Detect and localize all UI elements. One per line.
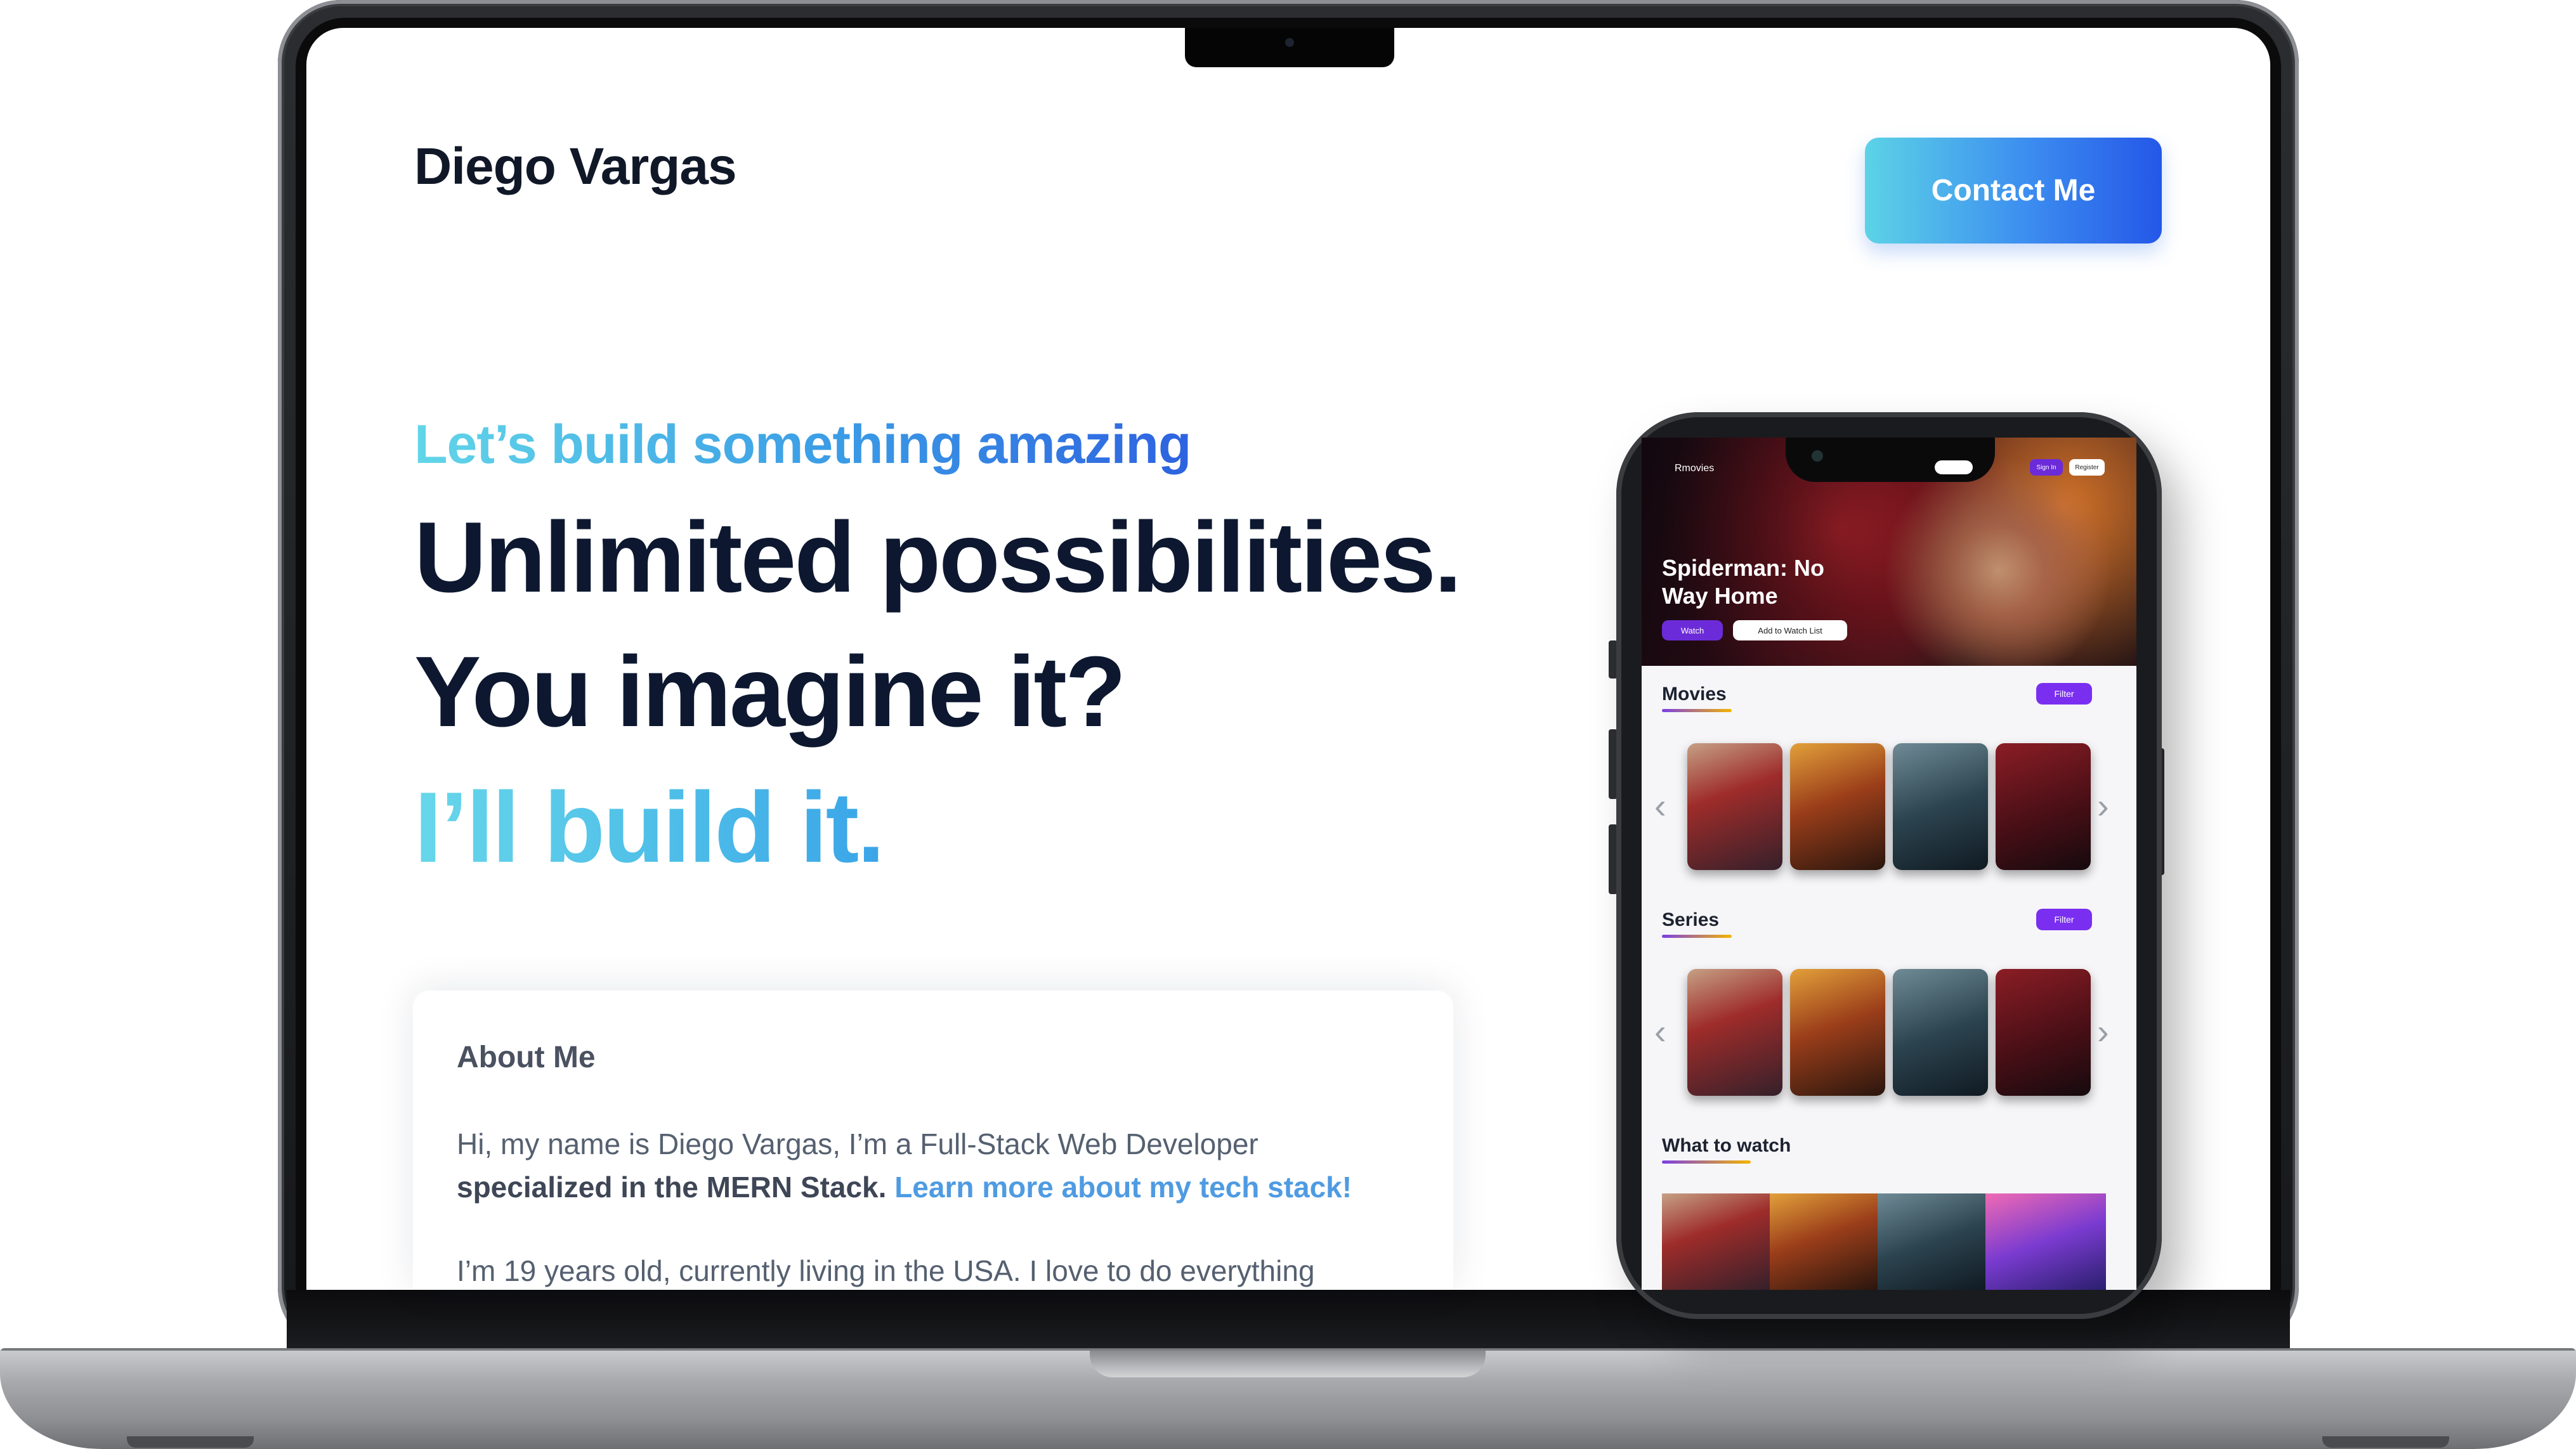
what-to-watch-underline bbox=[1662, 1160, 1751, 1164]
hero-line-3: I’ll build it. bbox=[414, 772, 885, 883]
about-title: About Me bbox=[457, 1041, 596, 1074]
watch-thumb[interactable] bbox=[1985, 1193, 2106, 1290]
series-next-arrow-icon[interactable]: › bbox=[2097, 1011, 2109, 1052]
watch-thumb[interactable] bbox=[1770, 1193, 1878, 1290]
series-poster[interactable] bbox=[1893, 969, 1988, 1096]
series-section-title: Series bbox=[1662, 909, 1720, 930]
series-poster[interactable] bbox=[1996, 969, 2091, 1096]
series-filter-button[interactable]: Filter bbox=[2036, 909, 2092, 930]
hero-tagline: Let’s build something amazing bbox=[414, 414, 1191, 475]
about-paragraph-1: Hi, my name is Diego Vargas, I’m a Full-… bbox=[457, 1122, 1421, 1209]
watch-thumb[interactable] bbox=[1878, 1193, 1985, 1290]
app-register-button[interactable]: Register bbox=[2069, 459, 2105, 476]
movie-poster[interactable] bbox=[1893, 743, 1988, 870]
contact-me-button[interactable]: Contact Me bbox=[1865, 138, 2162, 244]
laptop-notch bbox=[1185, 28, 1394, 67]
series-poster[interactable] bbox=[1687, 969, 1782, 1096]
movie-poster[interactable] bbox=[1996, 743, 2091, 870]
laptop-foot-left bbox=[127, 1436, 254, 1448]
about-paragraph-2: I’m 19 years old, currently living in th… bbox=[457, 1254, 1315, 1287]
banner-title: Spiderman: No Way Home bbox=[1662, 555, 1825, 609]
app-signin-button[interactable]: Sign In bbox=[2030, 459, 2063, 476]
hero-line-2: You imagine it? bbox=[414, 636, 1127, 748]
series-prev-arrow-icon[interactable]: ‹ bbox=[1654, 1011, 1666, 1052]
camera-icon bbox=[1285, 38, 1294, 47]
watch-button[interactable]: Watch bbox=[1662, 620, 1723, 640]
site-brand[interactable]: Diego Vargas bbox=[414, 137, 737, 197]
about-mern-text: specialized in the MERN Stack. bbox=[457, 1171, 887, 1204]
app-search-input[interactable] bbox=[1935, 460, 1973, 474]
watch-thumb[interactable] bbox=[1662, 1193, 1770, 1290]
add-to-watchlist-button[interactable]: Add to Watch List bbox=[1733, 620, 1847, 640]
movies-underline bbox=[1662, 709, 1732, 712]
series-underline bbox=[1662, 935, 1732, 938]
movies-section-title: Movies bbox=[1662, 684, 1727, 705]
laptop-hinge bbox=[1090, 1351, 1486, 1377]
movies-prev-arrow-icon[interactable]: ‹ bbox=[1654, 785, 1666, 826]
movies-next-arrow-icon[interactable]: › bbox=[2097, 785, 2109, 826]
app-logo[interactable]: Rmovies bbox=[1675, 463, 1714, 474]
tech-stack-link[interactable]: Learn more about my tech stack! bbox=[894, 1171, 1352, 1204]
phone-camera-icon bbox=[1812, 450, 1823, 462]
hero-line-1: Unlimited possibilities. bbox=[414, 502, 1462, 613]
about-intro-text: Hi, my name is Diego Vargas, I’m a Full-… bbox=[457, 1127, 1259, 1160]
movie-poster[interactable] bbox=[1790, 743, 1885, 870]
movies-filter-button[interactable]: Filter bbox=[2036, 683, 2092, 705]
series-poster[interactable] bbox=[1790, 969, 1885, 1096]
what-to-watch-title: What to watch bbox=[1662, 1135, 1791, 1156]
laptop-foot-right bbox=[2322, 1436, 2449, 1448]
movie-poster[interactable] bbox=[1687, 743, 1782, 870]
